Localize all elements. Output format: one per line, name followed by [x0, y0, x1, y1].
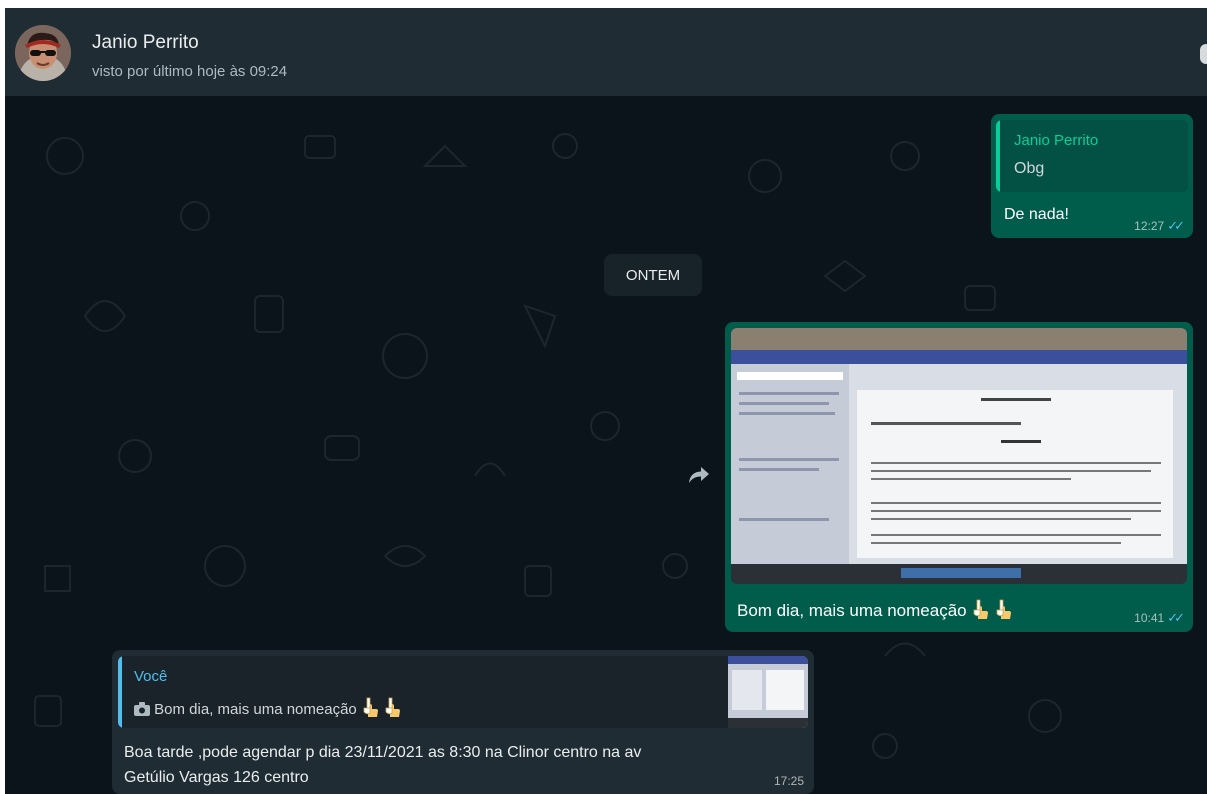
- quote-author: Janio Perrito: [1014, 132, 1099, 149]
- backhand-index-pointing-down-emoji: [363, 697, 378, 717]
- forward-icon[interactable]: [682, 458, 716, 492]
- quote-author: Você: [134, 668, 168, 685]
- outgoing-message-reply[interactable]: Janio Perrito Obg De nada! 12:27 ✓✓: [991, 114, 1193, 238]
- whatsapp-window: Janio Perrito visto por último hoje às 0…: [5, 8, 1207, 794]
- backhand-index-pointing-down-emoji: [996, 599, 1012, 619]
- caption-text: Bom dia, mais uma nomeação: [737, 601, 967, 620]
- date-separator: ONTEM: [604, 254, 702, 296]
- outgoing-image-message[interactable]: Bom dia, mais uma nomeação 10:41 ✓✓: [725, 322, 1193, 632]
- backhand-index-pointing-down-emoji: [973, 599, 989, 619]
- quote-text: Obg: [1014, 160, 1045, 177]
- double-check-icon: ✓✓: [1167, 218, 1185, 233]
- camera-icon: [134, 702, 150, 716]
- quote-accent-bar: [996, 120, 1000, 192]
- quote-accent-bar: [118, 656, 122, 728]
- contact-name[interactable]: Janio Perrito: [92, 32, 199, 54]
- double-check-icon: ✓✓: [1167, 610, 1185, 625]
- quoted-message[interactable]: Você Bom dia, mais uma nomeação: [118, 656, 808, 728]
- message-text: Boa tarde ,pode agendar p dia 23/11/2021…: [124, 740, 641, 790]
- message-photo[interactable]: [731, 328, 1187, 584]
- quoted-message[interactable]: Janio Perrito Obg: [996, 120, 1188, 192]
- quote-text: Bom dia, mais uma nomeação: [154, 701, 357, 718]
- avatar[interactable]: [15, 25, 71, 81]
- backhand-index-pointing-down-emoji: [385, 697, 401, 717]
- quoted-photo-thumbnail: [728, 656, 808, 728]
- header-scroll-edge: [1200, 44, 1207, 64]
- time-text: 12:27: [1134, 219, 1165, 233]
- time-text: 10:41: [1134, 611, 1165, 625]
- message-time: 10:41 ✓✓: [1134, 610, 1185, 626]
- message-text-line-1: Boa tarde ,pode agendar p dia 23/11/2021…: [124, 744, 642, 761]
- chat-area[interactable]: Janio Perrito Obg De nada! 12:27 ✓✓ ONTEM: [5, 96, 1207, 794]
- chat-header[interactable]: Janio Perrito visto por último hoje às 0…: [5, 8, 1207, 96]
- message-text: De nada!: [1004, 206, 1069, 223]
- incoming-message-reply[interactable]: Você Bom dia, mais uma nomeação Boa tard…: [112, 650, 814, 794]
- quote-text-row: Bom dia, mais uma nomeação: [134, 696, 401, 718]
- message-text-line-2: Getúlio Vargas 126 centro: [124, 769, 309, 786]
- image-caption: Bom dia, mais uma nomeação: [737, 598, 1012, 621]
- message-time: 12:27 ✓✓: [1134, 218, 1185, 234]
- last-seen-status: visto por último hoje às 09:24: [92, 63, 288, 80]
- message-time: 17:25: [773, 774, 804, 788]
